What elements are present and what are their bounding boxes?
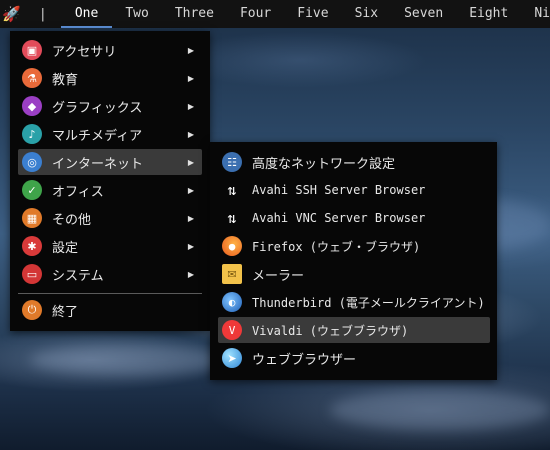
office-icon: ✓	[22, 180, 42, 200]
multimedia-icon: ♪	[22, 124, 42, 144]
workspace-two[interactable]: Two	[125, 0, 148, 28]
thunderbird-icon: ◐	[222, 292, 242, 312]
menu-item-label: 終了	[52, 304, 79, 320]
submenu-arrow-icon: ▶	[187, 45, 194, 55]
settings-icon: ✱	[22, 236, 42, 256]
workspace-one[interactable]: One	[60, 0, 114, 28]
other-icon: ▦	[22, 208, 42, 228]
menu-item-exit[interactable]: ⏻ 終了	[18, 297, 202, 323]
vivaldi-icon: V	[222, 320, 242, 340]
submenu-arrow-icon: ▶	[187, 101, 194, 111]
launcher-rocket-icon[interactable]: 🚀	[0, 0, 23, 28]
top-panel: 🚀 | One Two Three Four Five Six Seven Ei…	[0, 0, 550, 28]
firefox-icon: ●	[222, 236, 242, 256]
submenu-arrow-icon: ▶	[187, 241, 194, 251]
menu-item-label: Thunderbird (電子メールクライアント)	[252, 295, 485, 310]
menu-item-label: 設定	[52, 240, 79, 256]
submenu-item-firefox[interactable]: ● Firefox (ウェブ・ブラウザ)	[218, 233, 490, 259]
workspace-seven[interactable]: Seven	[404, 0, 443, 28]
submenu-item-avahi-ssh[interactable]: ⇅ Avahi SSH Server Browser	[218, 177, 490, 203]
menu-item-label: Avahi SSH Server Browser	[252, 183, 426, 197]
submenu-item-vivaldi[interactable]: V Vivaldi (ウェブブラウザ)	[218, 317, 490, 343]
menu-item-accessories[interactable]: ▣ アクセサリ ▶	[18, 37, 202, 63]
mailer-icon: ✉	[222, 264, 242, 284]
menu-item-label: ウェブブラウザー	[252, 352, 357, 368]
avahi-ssh-icon: ⇅	[227, 181, 237, 199]
application-menu: ▣ アクセサリ ▶ ⚗ 教育 ▶ ◆ グラフィックス ▶ ♪ マルチメディア ▶…	[10, 31, 210, 331]
menu-item-education[interactable]: ⚗ 教育 ▶	[18, 65, 202, 91]
submenu-arrow-icon: ▶	[187, 73, 194, 83]
avahi-vnc-icon: ⇅	[227, 209, 237, 227]
submenu-arrow-icon: ▶	[187, 213, 194, 223]
menu-divider	[18, 293, 202, 294]
submenu-item-thunderbird[interactable]: ◐ Thunderbird (電子メールクライアント)	[218, 289, 490, 315]
submenu-item-network-settings[interactable]: ☷ 高度なネットワーク設定	[218, 149, 490, 175]
workspace-nine[interactable]: Ni	[534, 0, 550, 28]
menu-item-label: メーラー	[252, 268, 305, 284]
menu-item-graphics[interactable]: ◆ グラフィックス ▶	[18, 93, 202, 119]
menu-item-multimedia[interactable]: ♪ マルチメディア ▶	[18, 121, 202, 147]
menu-item-label: Avahi VNC Server Browser	[252, 211, 426, 225]
menu-item-label: マルチメディア	[52, 128, 143, 144]
menu-item-label: その他	[52, 212, 92, 228]
exit-icon: ⏻	[22, 300, 42, 320]
menu-item-settings[interactable]: ✱ 設定 ▶	[18, 233, 202, 259]
accessories-icon: ▣	[22, 40, 42, 60]
workspace-three[interactable]: Three	[175, 0, 214, 28]
menu-item-label: システム	[52, 268, 104, 284]
menu-item-label: Firefox (ウェブ・ブラウザ)	[252, 239, 421, 254]
submenu-item-avahi-vnc[interactable]: ⇅ Avahi VNC Server Browser	[218, 205, 490, 231]
menu-item-office[interactable]: ✓ オフィス ▶	[18, 177, 202, 203]
internet-submenu: ☷ 高度なネットワーク設定 ⇅ Avahi SSH Server Browser…	[210, 142, 497, 380]
internet-icon: ◎	[22, 152, 42, 172]
menu-item-label: インターネット	[52, 156, 144, 172]
workspace-four[interactable]: Four	[240, 0, 271, 28]
submenu-item-mailer[interactable]: ✉ メーラー	[218, 261, 490, 287]
menu-item-other[interactable]: ▦ その他 ▶	[18, 205, 202, 231]
web-browser-icon: ➤	[222, 348, 242, 368]
menu-item-label: 教育	[52, 72, 79, 88]
menu-item-label: 高度なネットワーク設定	[252, 156, 396, 172]
workspace-six[interactable]: Six	[355, 0, 378, 28]
workspace-eight[interactable]: Eight	[469, 0, 508, 28]
submenu-arrow-icon: ▶	[187, 157, 194, 167]
education-icon: ⚗	[22, 68, 42, 88]
network-settings-icon: ☷	[222, 152, 242, 172]
menu-item-system[interactable]: ▭ システム ▶	[18, 261, 202, 287]
menu-item-label: オフィス	[52, 184, 104, 200]
menu-item-label: Vivaldi (ウェブブラウザ)	[252, 323, 409, 338]
panel-separator: |	[38, 6, 47, 22]
menu-item-label: アクセサリ	[52, 44, 117, 60]
submenu-arrow-icon: ▶	[187, 269, 194, 279]
submenu-item-web-browser[interactable]: ➤ ウェブブラウザー	[218, 345, 490, 371]
submenu-arrow-icon: ▶	[187, 185, 194, 195]
graphics-icon: ◆	[22, 96, 42, 116]
menu-item-internet[interactable]: ◎ インターネット ▶	[18, 149, 202, 175]
submenu-arrow-icon: ▶	[187, 129, 194, 139]
menu-item-label: グラフィックス	[52, 100, 143, 116]
workspace-five[interactable]: Five	[297, 0, 328, 28]
system-icon: ▭	[22, 264, 42, 284]
